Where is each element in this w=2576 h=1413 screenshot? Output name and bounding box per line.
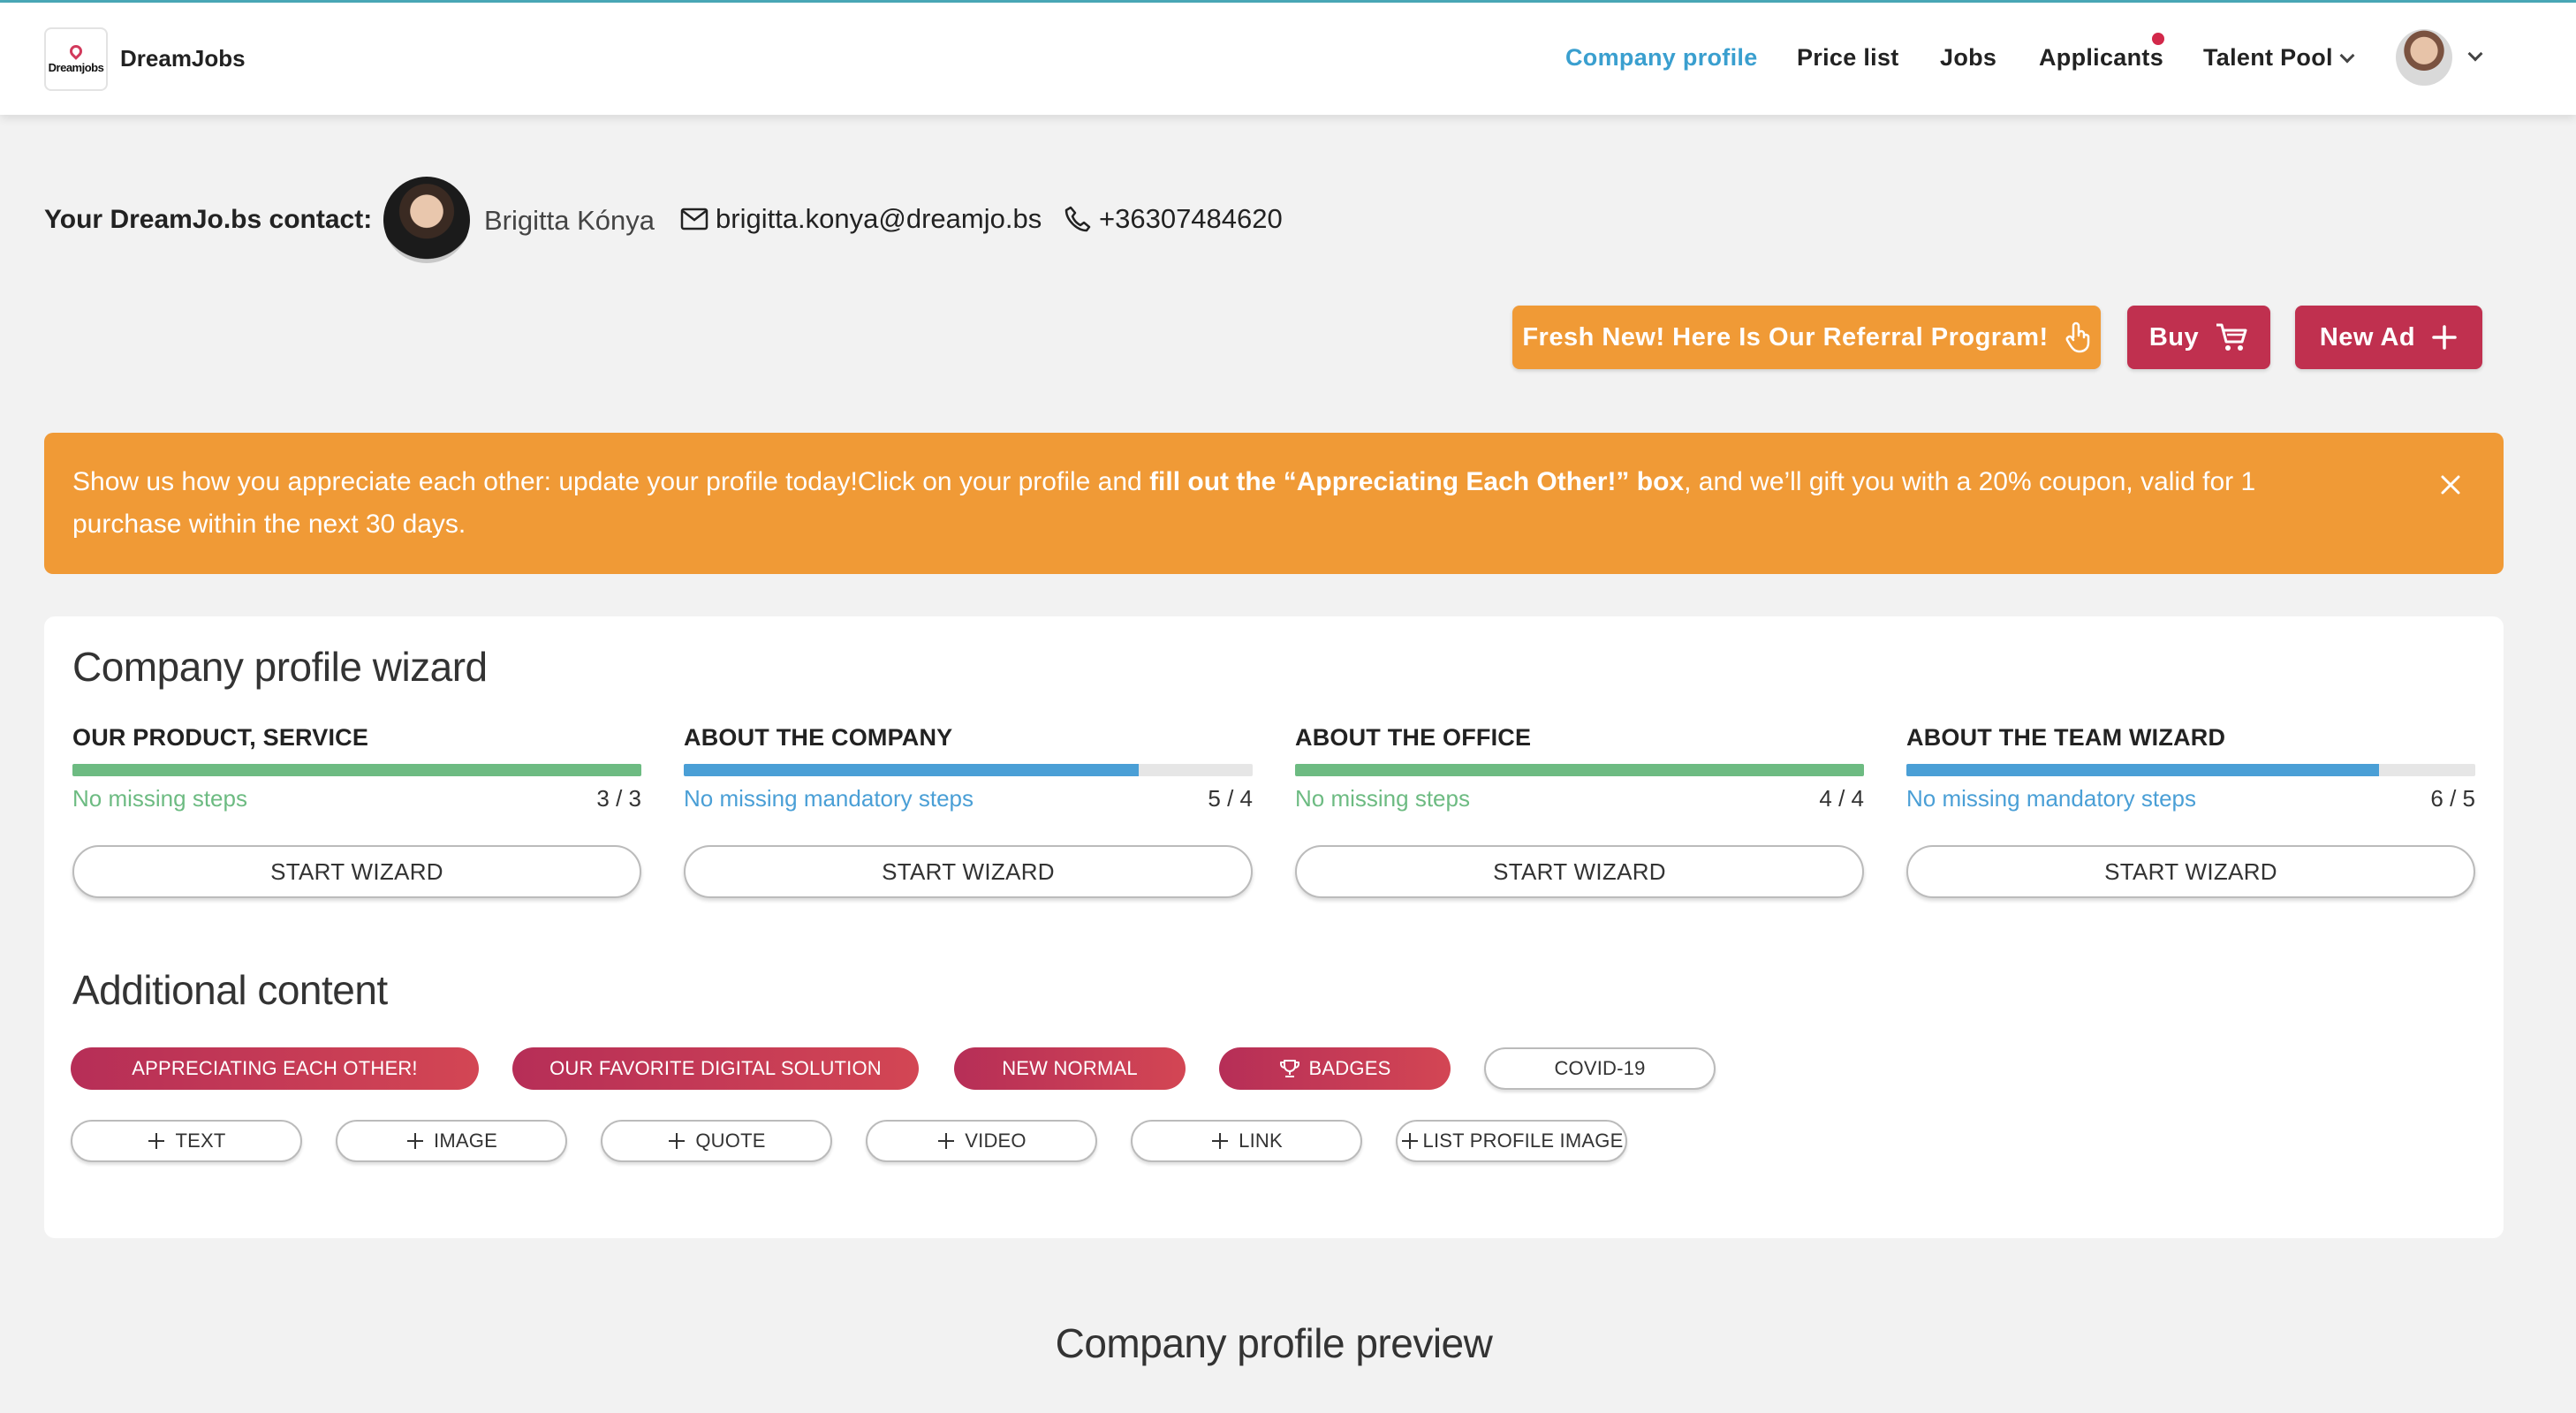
nav-price-list[interactable]: Price list: [1797, 44, 1899, 72]
wizard-section-title: ABOUT THE COMPANY: [684, 724, 953, 751]
wizard-title: Company profile wizard: [72, 644, 488, 690]
phone-icon: [1062, 203, 1094, 235]
tag-badges-label: BADGES: [1308, 1057, 1391, 1079]
trophy-icon: [1279, 1058, 1300, 1079]
add-quote-button[interactable]: QUOTE: [601, 1120, 832, 1162]
add-image-button[interactable]: IMAGE: [336, 1120, 567, 1162]
contact-phone: +36307484620: [1099, 203, 1283, 234]
referral-program-label: Fresh New! Here Is Our Referral Program!: [1522, 322, 2049, 351]
plus-icon: [936, 1131, 956, 1151]
logo-text: Dreamjobs: [48, 60, 104, 74]
wizard-section-office: ABOUT THE OFFICE No missing steps 4 / 4 …: [1295, 724, 1864, 898]
brand-name[interactable]: DreamJobs: [120, 45, 246, 72]
add-link-label: LINK: [1239, 1130, 1283, 1152]
wizard-progress-bar: [1906, 764, 2475, 776]
wizard-progress-fill: [1295, 764, 1864, 776]
pointing-hand-icon: [2065, 321, 2091, 353]
new-ad-label: New Ad: [2319, 322, 2416, 351]
banner-text-bold: fill out the “Appreciating Each Other!” …: [1149, 467, 1685, 496]
cart-icon: [2215, 322, 2248, 352]
start-wizard-button-office[interactable]: START WIZARD: [1295, 845, 1864, 898]
contact-email: brigitta.konya@dreamjo.bs: [716, 203, 1042, 234]
nav-applicants[interactable]: Applicants: [2039, 44, 2163, 72]
wizard-step-count: 4 / 4: [1819, 785, 1864, 812]
banner-close-icon[interactable]: [2435, 469, 2466, 501]
promo-banner: Show us how you appreciate each other: u…: [44, 433, 2504, 574]
contact-email-link[interactable]: brigitta.konya@dreamjo.bs: [678, 203, 1042, 235]
logo-pin-icon: [67, 42, 85, 60]
plus-icon: [147, 1131, 166, 1151]
plus-icon: [667, 1131, 686, 1151]
tag-appreciating-each-other[interactable]: APPRECIATING EACH OTHER!: [71, 1047, 479, 1090]
new-ad-button[interactable]: New Ad: [2295, 306, 2482, 369]
buy-button[interactable]: Buy: [2127, 306, 2270, 369]
nav-jobs[interactable]: Jobs: [1940, 44, 1996, 72]
applicants-notification-dot: [2152, 33, 2164, 45]
add-text-label: TEXT: [175, 1130, 226, 1152]
company-profile-card: Company profile wizard OUR PRODUCT, SERV…: [44, 616, 2504, 1238]
add-video-label: VIDEO: [965, 1130, 1027, 1152]
plus-icon: [1400, 1131, 1420, 1151]
tag-new-normal[interactable]: NEW NORMAL: [954, 1047, 1186, 1090]
wizard-status: No missing steps: [72, 785, 247, 812]
buy-label: Buy: [2148, 322, 2200, 351]
wizard-progress-fill: [72, 764, 641, 776]
start-wizard-button-product[interactable]: START WIZARD: [72, 845, 641, 898]
nav-talent-pool-label: Talent Pool: [2203, 44, 2333, 71]
wizard-step-count: 6 / 5: [2430, 785, 2475, 812]
contact-row: Your DreamJo.bs contact: Brigitta Kónya …: [44, 177, 1369, 265]
add-list-profile-image-button[interactable]: LIST PROFILE IMAGE: [1396, 1120, 1627, 1162]
plus-icon: [2431, 324, 2458, 351]
wizard-section-team: ABOUT THE TEAM WIZARD No missing mandato…: [1906, 724, 2475, 898]
wizard-progress-bar: [72, 764, 641, 776]
referral-program-button[interactable]: Fresh New! Here Is Our Referral Program!: [1512, 306, 2101, 369]
nav-company-profile[interactable]: Company profile: [1565, 44, 1758, 72]
add-quote-label: QUOTE: [695, 1130, 766, 1152]
contact-name: Brigitta Kónya: [484, 205, 655, 236]
tag-covid-19[interactable]: COVID-19: [1484, 1047, 1716, 1090]
start-wizard-button-company[interactable]: START WIZARD: [684, 845, 1253, 898]
wizard-section-title: OUR PRODUCT, SERVICE: [72, 724, 369, 751]
user-avatar[interactable]: [2396, 29, 2452, 86]
wizard-status: No missing mandatory steps: [684, 785, 974, 812]
wizard-status: No missing mandatory steps: [1906, 785, 2197, 812]
wizard-progress-fill: [1906, 764, 2379, 776]
add-link-button[interactable]: LINK: [1131, 1120, 1362, 1162]
envelope-icon: [678, 203, 710, 235]
additional-content-title: Additional content: [72, 967, 388, 1013]
user-menu-chevron-down-icon[interactable]: [2467, 46, 2483, 62]
add-list-profile-image-label: LIST PROFILE IMAGE: [1422, 1130, 1624, 1152]
wizard-step-count: 3 / 3: [596, 785, 641, 812]
wizard-section-product: OUR PRODUCT, SERVICE No missing steps 3 …: [72, 724, 641, 898]
wizard-section-company: ABOUT THE COMPANY No missing mandatory s…: [684, 724, 1253, 898]
banner-text-start: Show us how you appreciate each other: u…: [72, 467, 1150, 496]
nav-talent-pool[interactable]: Talent Pool: [2203, 44, 2355, 72]
contact-label: Your DreamJo.bs contact:: [44, 205, 373, 234]
wizard-section-title: ABOUT THE TEAM WIZARD: [1906, 724, 2226, 751]
wizard-progress-fill: [684, 764, 1140, 776]
contact-avatar: [383, 177, 470, 263]
top-navbar: Dreamjobs DreamJobs Company profile Pric…: [0, 3, 2576, 115]
tag-badges[interactable]: BADGES: [1219, 1047, 1451, 1090]
plus-icon: [1210, 1131, 1230, 1151]
wizard-step-count: 5 / 4: [1208, 785, 1253, 812]
start-wizard-button-team[interactable]: START WIZARD: [1906, 845, 2475, 898]
add-video-button[interactable]: VIDEO: [866, 1120, 1097, 1162]
brand-logo[interactable]: Dreamjobs: [44, 27, 108, 91]
add-image-label: IMAGE: [434, 1130, 497, 1152]
company-profile-preview-title: Company profile preview: [1055, 1320, 1493, 1366]
tag-favorite-digital-solution[interactable]: OUR FAVORITE DIGITAL SOLUTION: [512, 1047, 919, 1090]
plus-icon: [405, 1131, 425, 1151]
wizard-section-title: ABOUT THE OFFICE: [1295, 724, 1532, 751]
add-text-button[interactable]: TEXT: [71, 1120, 302, 1162]
wizard-progress-bar: [1295, 764, 1864, 776]
contact-phone-link[interactable]: +36307484620: [1062, 203, 1283, 235]
wizard-progress-bar: [684, 764, 1253, 776]
wizard-status: No missing steps: [1295, 785, 1470, 812]
chevron-down-icon: [2339, 48, 2355, 64]
